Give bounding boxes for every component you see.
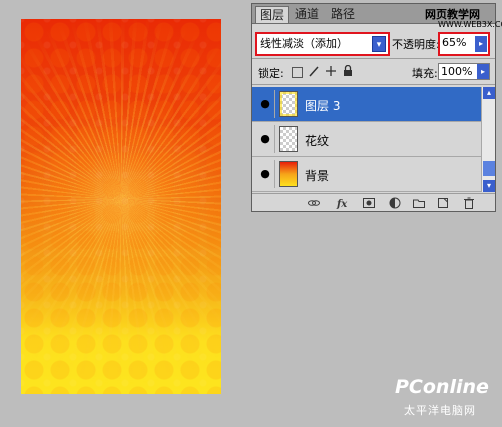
link-icon[interactable] bbox=[307, 196, 321, 210]
eye-icon[interactable]: ● bbox=[256, 90, 275, 118]
opacity-input[interactable]: 65% bbox=[442, 36, 466, 49]
fill-input[interactable]: 100% ▸ bbox=[438, 63, 490, 80]
canvas-floral-pattern bbox=[21, 19, 221, 394]
blend-opacity-row: 线性减淡（添加） ▾ 不透明度: 65% ▸ bbox=[252, 32, 495, 56]
lock-move-icon[interactable] bbox=[325, 65, 337, 77]
lock-fill-row: 锁定: 填充: 100% ▸ bbox=[252, 62, 495, 82]
blend-mode-select[interactable]: 线性减淡（添加） bbox=[260, 35, 385, 53]
svg-text:fx: fx bbox=[336, 199, 348, 210]
layer-thumbnail bbox=[279, 126, 298, 152]
pconline-logo-subtitle: 太平洋电脑网 bbox=[404, 404, 476, 417]
layer-list-scrollbar[interactable]: ▴ ▾ bbox=[481, 87, 495, 192]
layer-list: ● 图层 3 ● 花纹 ● 背景 bbox=[252, 87, 481, 192]
pconline-logo: PConline bbox=[395, 376, 489, 398]
layers-panel: 图层 通道 路径 网页教学网 WWW.WEB3X.COM 线性减淡（添加） ▾ … bbox=[251, 3, 502, 212]
adjustment-icon[interactable] bbox=[388, 196, 402, 210]
opacity-slider-arrow-icon[interactable]: ▸ bbox=[475, 36, 487, 52]
lock-all-icon[interactable] bbox=[342, 64, 354, 77]
artwork-canvas[interactable] bbox=[21, 19, 221, 394]
opacity-label: 不透明度: bbox=[392, 38, 440, 51]
tab-paths[interactable]: 路径 bbox=[327, 6, 359, 23]
fill-value: 100% bbox=[441, 65, 473, 78]
layer-name: 背景 bbox=[305, 169, 330, 183]
layer-row-background[interactable]: ● 背景 bbox=[252, 157, 481, 192]
panel-tab-bar: 图层 通道 路径 网页教学网 WWW.WEB3X.COM bbox=[252, 4, 502, 29]
trash-icon[interactable] bbox=[462, 196, 476, 210]
layer-name: 花纹 bbox=[305, 134, 330, 148]
scroll-down-icon[interactable]: ▾ bbox=[483, 180, 495, 192]
new-layer-icon[interactable] bbox=[436, 196, 450, 210]
lock-transparency-icon[interactable] bbox=[292, 67, 303, 78]
eye-icon[interactable]: ● bbox=[256, 160, 275, 188]
group-icon[interactable] bbox=[412, 196, 426, 210]
divider bbox=[252, 84, 495, 85]
layer-thumbnail bbox=[279, 161, 298, 187]
layer-row-layer-3[interactable]: ● 图层 3 bbox=[252, 87, 481, 122]
opacity-highlight: 65% ▸ bbox=[438, 32, 490, 56]
fill-slider-arrow-icon[interactable]: ▸ bbox=[477, 64, 489, 79]
site-watermark-url: WWW.WEB3X.COM bbox=[438, 20, 502, 29]
mask-icon[interactable] bbox=[362, 196, 376, 210]
eye-icon[interactable]: ● bbox=[256, 125, 275, 153]
layer-thumbnail bbox=[279, 91, 298, 117]
layer-name: 图层 3 bbox=[305, 99, 341, 113]
lock-brush-icon[interactable] bbox=[308, 65, 320, 77]
tab-channels[interactable]: 通道 bbox=[291, 6, 323, 23]
divider bbox=[252, 58, 495, 59]
layer-row-pattern[interactable]: ● 花纹 bbox=[252, 122, 481, 157]
fill-label: 填充: bbox=[412, 67, 438, 80]
fx-icon[interactable]: fx bbox=[336, 196, 350, 210]
scroll-up-icon[interactable]: ▴ bbox=[483, 87, 495, 99]
blend-mode-highlight: 线性减淡（添加） ▾ bbox=[255, 32, 390, 56]
panel-footer: fx bbox=[252, 193, 495, 212]
scrollbar-thumb[interactable] bbox=[483, 161, 495, 176]
tab-layers[interactable]: 图层 bbox=[255, 6, 290, 23]
chevron-down-icon[interactable]: ▾ bbox=[372, 36, 386, 52]
lock-label: 锁定: bbox=[258, 67, 284, 80]
